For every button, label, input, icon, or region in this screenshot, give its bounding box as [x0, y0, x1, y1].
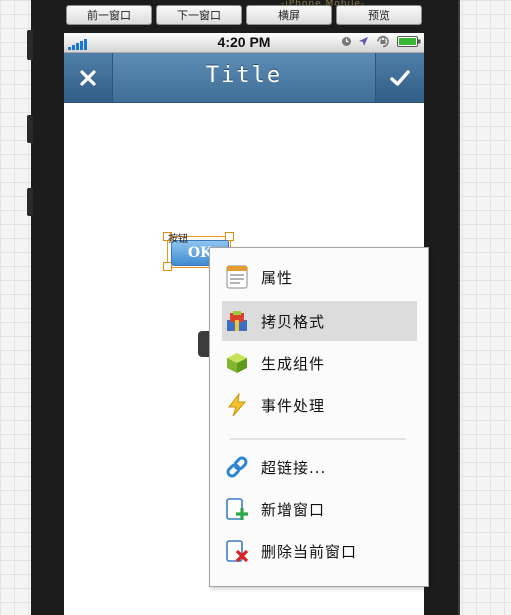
- preview-button[interactable]: 预览: [336, 5, 422, 25]
- menu-item-label: 新增窗口: [261, 500, 326, 519]
- rotation-lock-icon: [377, 35, 389, 48]
- menu-item-generate-component[interactable]: 生成组件: [222, 343, 417, 383]
- menu-item-copy-format[interactable]: 拷贝格式: [222, 301, 417, 341]
- clock-icon: [342, 37, 351, 46]
- check-icon: [390, 69, 410, 86]
- phone-side-button: [27, 30, 33, 60]
- menu-item-label: 删除当前窗口: [261, 542, 358, 561]
- menu-item-hyperlink[interactable]: 超链接...: [222, 447, 417, 487]
- menu-item-label: 属性: [261, 268, 294, 287]
- menu-item-label: 拷贝格式: [261, 312, 326, 331]
- phone-side-button: [27, 115, 33, 143]
- status-bar: 4:20 PM: [64, 33, 424, 53]
- prev-window-button[interactable]: 前一窗口: [66, 5, 152, 25]
- properties-icon: [224, 264, 250, 290]
- menu-item-label: 事件处理: [261, 396, 326, 415]
- menu-item-event-handler[interactable]: 事件处理: [222, 385, 417, 425]
- battery-icon: [397, 36, 421, 47]
- landscape-button[interactable]: 横屏: [246, 5, 332, 25]
- add-window-icon: [224, 496, 250, 522]
- hyperlink-icon: [224, 454, 250, 480]
- nav-title: Title: [205, 63, 283, 88]
- location-icon: [359, 37, 368, 46]
- menu-item-label: 生成组件: [261, 354, 326, 373]
- menu-item-add-window[interactable]: 新增窗口: [222, 489, 417, 529]
- menu-item-label: 超链接...: [261, 458, 327, 477]
- menu-item-delete-window[interactable]: 删除当前窗口: [222, 531, 417, 571]
- designer-toolbar: -iPhone Mobile- 前一窗口 下一窗口 横屏 预览: [66, 0, 422, 27]
- menu-item-properties[interactable]: 属性: [222, 257, 417, 297]
- widget-label: 按钮: [168, 234, 188, 245]
- phone-side-button: [27, 188, 33, 216]
- event-handler-icon: [224, 392, 250, 418]
- nav-confirm-button[interactable]: [375, 53, 424, 102]
- delete-window-icon: [224, 538, 250, 564]
- generate-component-icon: [224, 350, 250, 376]
- copy-format-icon: [224, 308, 250, 334]
- nav-bar: Title: [64, 53, 424, 103]
- context-menu: 属性 拷贝格式 生成组件 事件处理 超链接... 新增窗口 删除当前窗口: [209, 247, 429, 587]
- menu-separator: [230, 438, 406, 440]
- next-window-button[interactable]: 下一窗口: [156, 5, 242, 25]
